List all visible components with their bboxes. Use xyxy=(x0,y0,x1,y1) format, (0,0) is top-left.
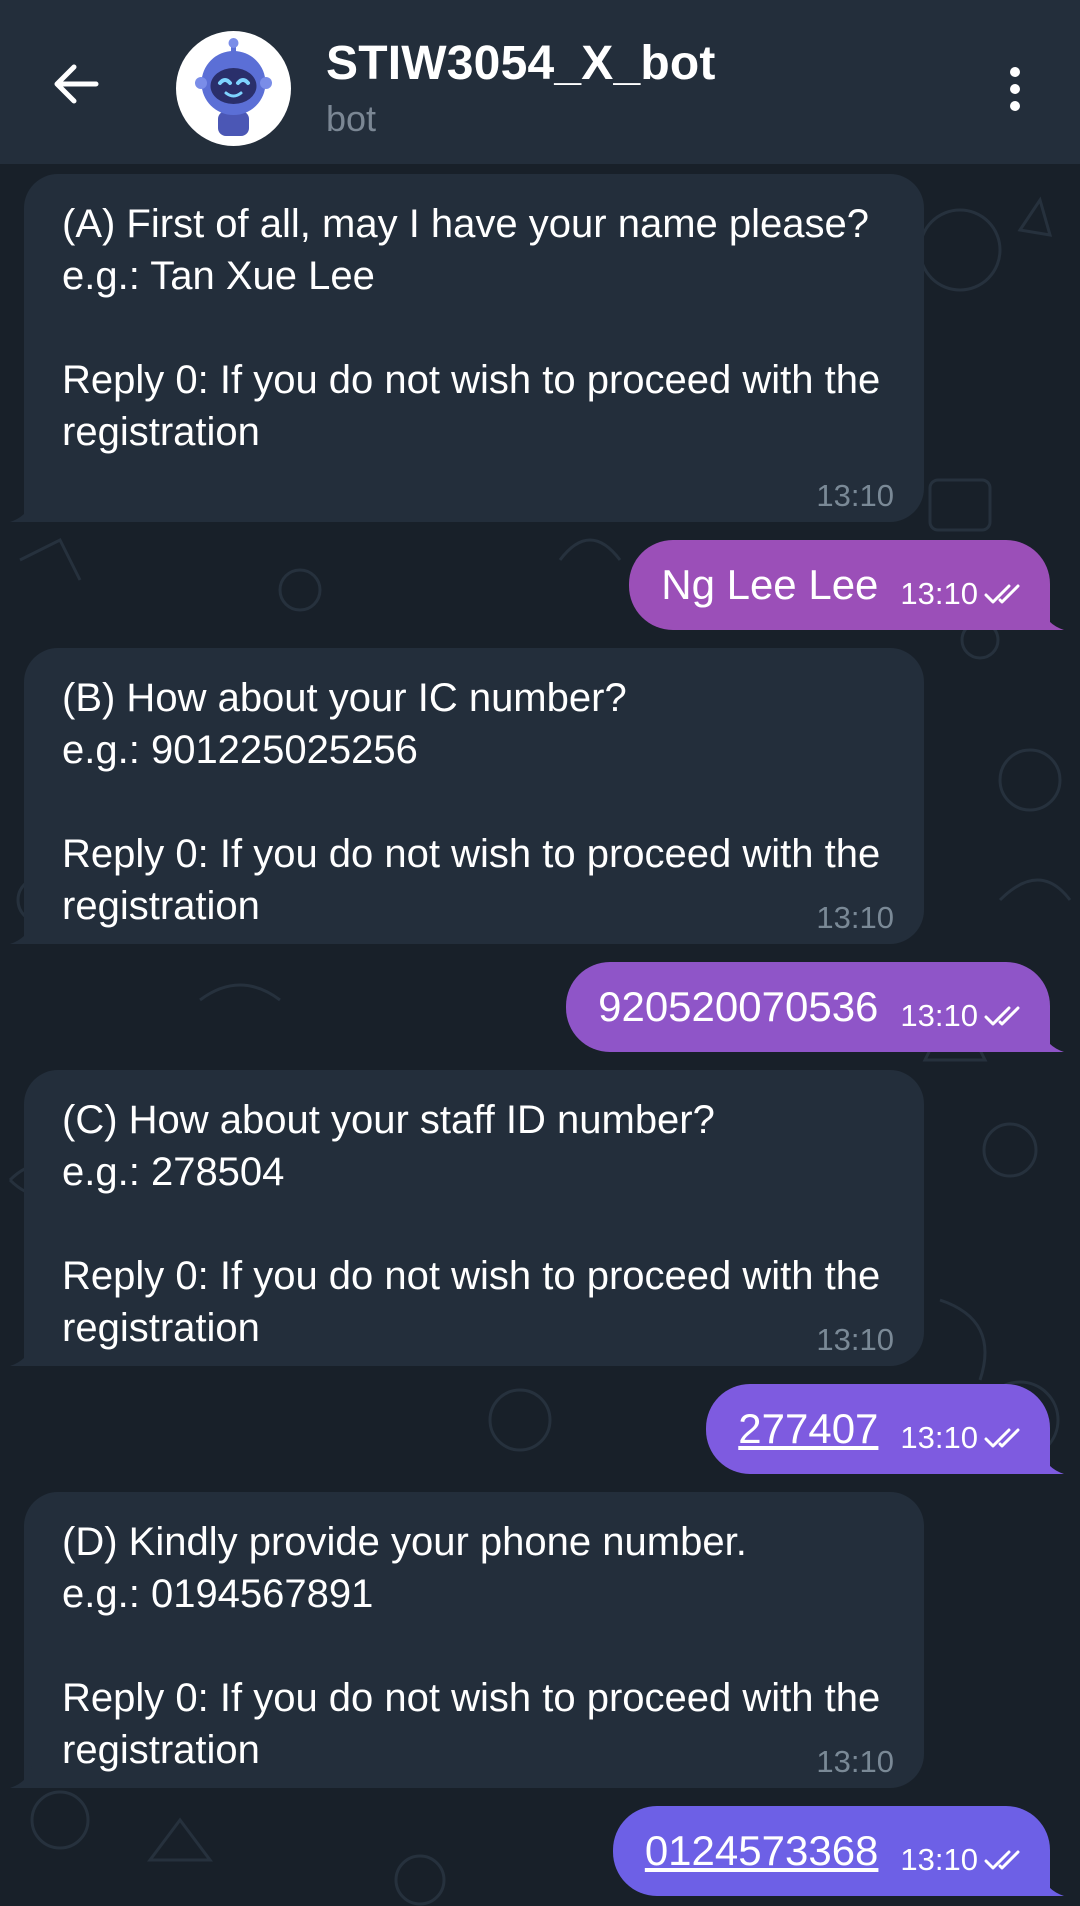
message-time: 13:10 xyxy=(816,1744,894,1779)
message-text: (A) First of all, may I have your name p… xyxy=(62,202,881,454)
message-text: (D) Kindly provide your phone number. e.… xyxy=(62,1520,881,1772)
more-vertical-icon xyxy=(1010,67,1020,111)
double-check-icon xyxy=(984,1428,1020,1448)
message-text: Ng Lee Lee xyxy=(661,561,879,608)
outgoing-message[interactable]: Ng Lee Lee 13:10 xyxy=(629,540,1064,630)
arrow-left-icon xyxy=(54,64,99,104)
message-link-text[interactable]: 277407 xyxy=(738,1405,878,1453)
outgoing-message[interactable]: 0124573368 13:10 xyxy=(612,1806,1064,1896)
bubble-tail xyxy=(1034,1452,1064,1474)
message-time: 13:10 xyxy=(900,1420,978,1455)
message-time: 13:10 xyxy=(900,998,978,1033)
message-time: 13:10 xyxy=(816,478,894,513)
message-text: (C) How about your staff ID number? e.g.… xyxy=(62,1098,881,1350)
more-options-button[interactable] xyxy=(990,54,1040,124)
bubble-tail xyxy=(10,1766,40,1788)
message-text: (B) How about your IC number? e.g.: 9012… xyxy=(62,676,881,928)
bubble-tail xyxy=(1034,1030,1064,1052)
double-check-icon xyxy=(984,1850,1020,1870)
double-check-icon xyxy=(984,1006,1020,1026)
chat-subtitle: bot xyxy=(326,98,377,139)
incoming-message[interactable]: (A) First of all, may I have your name p… xyxy=(10,174,924,522)
message-link-text[interactable]: 0124573368 xyxy=(645,1827,879,1875)
message-time: 13:10 xyxy=(816,900,894,935)
message-time: 13:10 xyxy=(816,1322,894,1357)
double-check-icon xyxy=(984,584,1020,604)
bubble-tail xyxy=(1034,1874,1064,1896)
message-text: 920520070536 xyxy=(598,983,879,1030)
message-time: 13:10 xyxy=(900,1842,978,1877)
incoming-message[interactable]: (D) Kindly provide your phone number. e.… xyxy=(10,1492,924,1788)
chat-header: STIW3054_X_bot bot xyxy=(0,0,1080,164)
bubble-tail xyxy=(10,922,40,944)
bot-avatar[interactable] xyxy=(176,31,291,146)
outgoing-message[interactable]: 920520070536 13:10 xyxy=(566,962,1064,1052)
outgoing-message[interactable]: 277407 13:10 xyxy=(706,1384,1064,1474)
message-time: 13:10 xyxy=(900,576,978,611)
robot-avatar-icon xyxy=(195,38,272,136)
bubble-tail xyxy=(10,1344,40,1366)
chat-title[interactable]: STIW3054_X_bot xyxy=(326,36,716,91)
bubble-tail xyxy=(1034,608,1064,630)
back-button[interactable] xyxy=(36,44,116,124)
incoming-message[interactable]: (C) How about your staff ID number? e.g.… xyxy=(10,1070,924,1366)
bubble-tail xyxy=(10,500,40,522)
incoming-message[interactable]: (B) How about your IC number? e.g.: 9012… xyxy=(10,648,924,944)
